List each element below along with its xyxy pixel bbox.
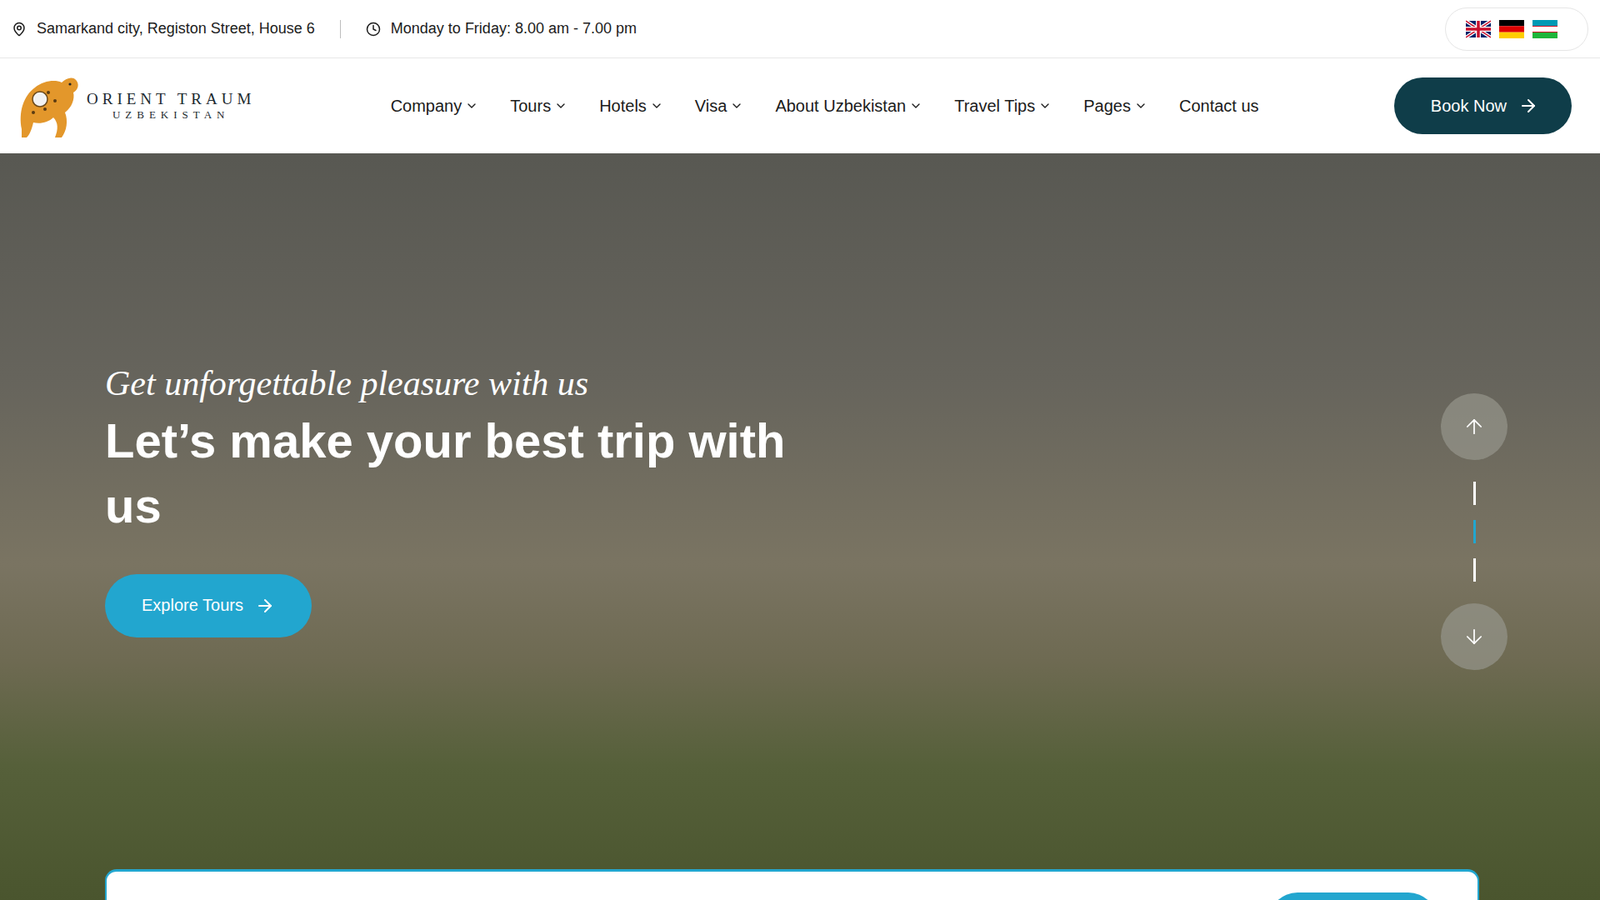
explore-tours-button[interactable]: Explore Tours	[105, 574, 312, 638]
logo-name: ORIENT TRAUM	[86, 90, 255, 109]
address: Samarkand city, Registon Street, House 6	[11, 20, 315, 38]
menu-item[interactable]: Hotels	[599, 96, 664, 116]
chevron-down-icon	[554, 99, 568, 113]
hero-title: Let’s make your best trip with us	[105, 408, 839, 540]
slide-indicator[interactable]	[1473, 520, 1476, 544]
menu-item[interactable]: Contact us	[1179, 96, 1260, 116]
chevron-down-icon	[909, 99, 923, 113]
menu-item[interactable]: About Uzbekistan	[775, 96, 923, 116]
clock-icon	[365, 21, 381, 37]
logo[interactable]: ORIENT TRAUMUZBEKISTAN	[15, 70, 255, 141]
divider	[340, 20, 341, 39]
arrow-right-icon	[1518, 95, 1539, 116]
search-card	[105, 869, 1480, 900]
slide-indicator[interactable]	[1473, 481, 1476, 505]
chevron-down-icon	[730, 99, 744, 113]
uk-flag-icon[interactable]	[1465, 20, 1491, 39]
opening-hours: Monday to Friday: 8.00 am - 7.00 pm	[365, 20, 637, 38]
main-menu: Company Tours Hotels Visa About Uzbekistan Tr…	[390, 96, 1260, 116]
chevron-down-icon	[1038, 99, 1052, 113]
hero-tagline: Get unforgettable pleasure with us	[105, 363, 1600, 404]
slide-up-button[interactable]	[1440, 393, 1508, 460]
logo-sub: UZBEKISTAN	[112, 108, 230, 122]
slide-down-button[interactable]	[1440, 603, 1508, 670]
menu-item[interactable]: Company	[390, 96, 480, 116]
top-bar: Samarkand city, Registon Street, House 6…	[0, 0, 1600, 59]
arrow-up-icon	[1462, 415, 1486, 439]
uzbekistan-flag-icon[interactable]	[1532, 20, 1558, 39]
chevron-down-icon	[1134, 99, 1148, 113]
slide-indicators	[1473, 481, 1476, 582]
chevron-down-icon	[650, 99, 664, 113]
menu-item[interactable]: Tours	[510, 96, 568, 116]
page: Samarkand city, Registon Street, House 6…	[0, 0, 1600, 900]
book-now-button[interactable]: Book Now	[1394, 77, 1572, 135]
chevron-down-icon	[465, 99, 479, 113]
slide-indicator[interactable]	[1473, 558, 1476, 582]
hero: Get unforgettable pleasure with usLet’s …	[0, 153, 1600, 900]
nav-bar: ORIENT TRAUMUZBEKISTAN Company Tours Hotels…	[0, 58, 1600, 154]
menu-item[interactable]: Pages	[1083, 96, 1148, 116]
slider-controls	[1440, 393, 1508, 670]
menu-item[interactable]: Travel Tips	[954, 96, 1052, 116]
menu-item[interactable]: Visa	[695, 96, 745, 116]
map-pin-icon	[11, 21, 27, 37]
leopard-logo-icon	[15, 70, 82, 141]
arrow-right-icon	[255, 595, 275, 616]
language-switcher	[1445, 7, 1589, 51]
search-button[interactable]	[1268, 892, 1438, 900]
germany-flag-icon[interactable]	[1499, 20, 1525, 39]
arrow-down-icon	[1462, 625, 1486, 649]
